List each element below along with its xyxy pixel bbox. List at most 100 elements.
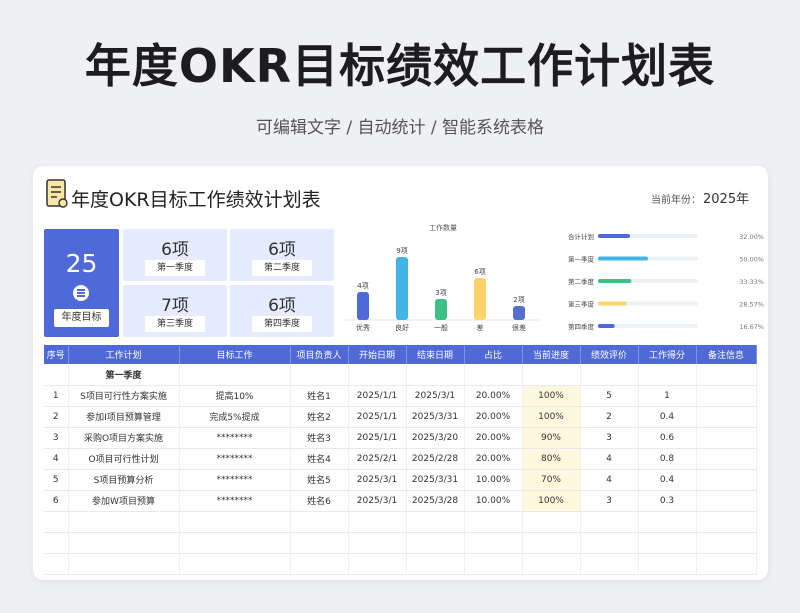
table-cell[interactable]: 0.6: [638, 427, 697, 449]
table-cell[interactable]: 80%: [522, 448, 581, 470]
table-cell[interactable]: [638, 553, 697, 575]
table-cell[interactable]: [522, 511, 581, 533]
table-cell[interactable]: 2025/3/20: [406, 427, 465, 449]
table-cell[interactable]: [522, 364, 581, 386]
table-cell[interactable]: [44, 553, 69, 575]
table-cell[interactable]: [348, 364, 407, 386]
table-cell[interactable]: [638, 532, 697, 554]
table-cell[interactable]: [580, 532, 639, 554]
table-cell[interactable]: [522, 532, 581, 554]
table-cell[interactable]: [464, 532, 523, 554]
table-cell[interactable]: 10.00%: [464, 490, 523, 512]
table-cell[interactable]: 参加W项目预算: [68, 490, 180, 512]
table-cell[interactable]: 4: [580, 469, 639, 491]
table-cell[interactable]: [290, 553, 349, 575]
table-cell[interactable]: [348, 532, 407, 554]
table-cell[interactable]: [44, 364, 69, 386]
table-cell[interactable]: 2: [580, 406, 639, 428]
table-cell[interactable]: 2025/3/1: [348, 490, 407, 512]
table-cell[interactable]: 姓名1: [290, 385, 349, 407]
table-cell[interactable]: 5: [44, 469, 69, 491]
column-header[interactable]: 序号: [44, 345, 69, 364]
table-cell[interactable]: [696, 553, 757, 575]
table-cell[interactable]: 20.00%: [464, 406, 523, 428]
table-cell[interactable]: 3: [580, 490, 639, 512]
table-cell[interactable]: [696, 406, 757, 428]
column-header[interactable]: 绩效评价: [580, 345, 639, 364]
table-cell[interactable]: 姓名6: [290, 490, 349, 512]
table-cell[interactable]: 姓名3: [290, 427, 349, 449]
table-cell[interactable]: [44, 511, 69, 533]
table-cell[interactable]: 0.3: [638, 490, 697, 512]
table-cell[interactable]: 3: [580, 427, 639, 449]
table-cell[interactable]: [696, 511, 757, 533]
table-cell[interactable]: 0.4: [638, 469, 697, 491]
table-cell[interactable]: 100%: [522, 385, 581, 407]
table-cell[interactable]: [290, 532, 349, 554]
table-cell[interactable]: 10.00%: [464, 469, 523, 491]
table-cell[interactable]: ********: [179, 427, 291, 449]
table-cell[interactable]: 20.00%: [464, 427, 523, 449]
table-cell[interactable]: [696, 364, 757, 386]
table-cell[interactable]: 2025/3/31: [406, 469, 465, 491]
table-cell[interactable]: ********: [179, 469, 291, 491]
table-cell[interactable]: [696, 385, 757, 407]
table-cell[interactable]: [464, 553, 523, 575]
table-cell[interactable]: 1: [44, 385, 69, 407]
column-header[interactable]: 项目负责人: [290, 345, 349, 364]
table-cell[interactable]: ********: [179, 490, 291, 512]
table-cell[interactable]: [348, 553, 407, 575]
table-cell[interactable]: ********: [179, 448, 291, 470]
table-cell[interactable]: [44, 532, 69, 554]
table-cell[interactable]: [290, 364, 349, 386]
table-cell[interactable]: 姓名4: [290, 448, 349, 470]
table-cell[interactable]: 90%: [522, 427, 581, 449]
table-cell[interactable]: 3: [44, 427, 69, 449]
table-cell[interactable]: [638, 511, 697, 533]
table-cell[interactable]: [406, 532, 465, 554]
column-header[interactable]: 占比: [464, 345, 523, 364]
table-cell[interactable]: [348, 511, 407, 533]
table-cell[interactable]: [406, 553, 465, 575]
table-cell[interactable]: 2: [44, 406, 69, 428]
table-cell[interactable]: [464, 364, 523, 386]
table-cell[interactable]: 20.00%: [464, 385, 523, 407]
table-cell[interactable]: 姓名2: [290, 406, 349, 428]
table-cell[interactable]: [179, 532, 291, 554]
section-label[interactable]: 第一季度: [68, 364, 180, 386]
year-value[interactable]: 2025年: [703, 188, 749, 207]
table-cell[interactable]: [179, 364, 291, 386]
table-cell[interactable]: [696, 448, 757, 470]
column-header[interactable]: 结束日期: [406, 345, 465, 364]
table-cell[interactable]: 0.8: [638, 448, 697, 470]
table-cell[interactable]: 2025/3/28: [406, 490, 465, 512]
table-cell[interactable]: S项目可行性方案实施: [68, 385, 180, 407]
table-cell[interactable]: [638, 364, 697, 386]
column-header[interactable]: 开始日期: [348, 345, 407, 364]
table-cell[interactable]: [406, 364, 465, 386]
table-cell[interactable]: 20.00%: [464, 448, 523, 470]
column-header[interactable]: 备注信息: [696, 345, 757, 364]
table-cell[interactable]: 2025/2/1: [348, 448, 407, 470]
table-cell[interactable]: 参加I项目预算管理: [68, 406, 180, 428]
table-cell[interactable]: [179, 511, 291, 533]
table-cell[interactable]: 2025/1/1: [348, 406, 407, 428]
table-cell[interactable]: 采购O项目方案实施: [68, 427, 180, 449]
column-header[interactable]: 目标工作: [179, 345, 291, 364]
table-cell[interactable]: 2025/3/1: [406, 385, 465, 407]
column-header[interactable]: 当前进度: [522, 345, 581, 364]
column-header[interactable]: 工作计划: [68, 345, 180, 364]
table-cell[interactable]: 0.4: [638, 406, 697, 428]
table-cell[interactable]: 70%: [522, 469, 581, 491]
table-cell[interactable]: 4: [580, 448, 639, 470]
table-cell[interactable]: [696, 532, 757, 554]
table-cell[interactable]: [580, 364, 639, 386]
table-cell[interactable]: [290, 511, 349, 533]
table-cell[interactable]: [406, 511, 465, 533]
table-cell[interactable]: [68, 553, 180, 575]
table-cell[interactable]: [464, 511, 523, 533]
table-cell[interactable]: [696, 427, 757, 449]
table-cell[interactable]: [696, 469, 757, 491]
table-cell[interactable]: [179, 553, 291, 575]
table-cell[interactable]: 2025/3/1: [348, 469, 407, 491]
